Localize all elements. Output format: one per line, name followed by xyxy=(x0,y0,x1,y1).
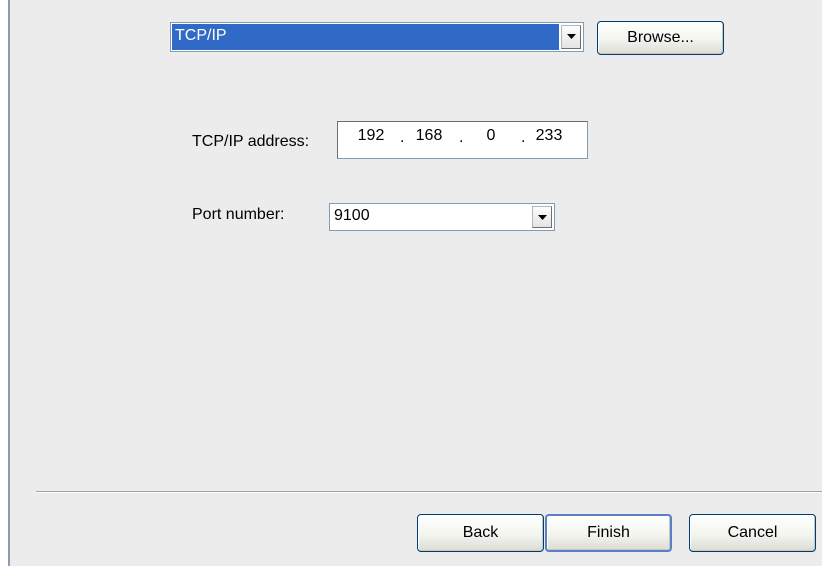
port-number-label: Port number: xyxy=(192,206,285,223)
browse-button-label: Browse... xyxy=(627,29,694,46)
ip-octet-3[interactable]: 0 xyxy=(471,127,511,145)
chevron-down-icon xyxy=(567,34,576,39)
connection-type-value: TCP/IP xyxy=(172,24,559,50)
ip-dot-1: . xyxy=(400,129,405,146)
port-number-dropdown-button[interactable] xyxy=(532,206,552,228)
browse-button[interactable]: Browse... xyxy=(597,21,724,55)
back-button-label: Back xyxy=(462,524,499,541)
ip-dot-2: . xyxy=(459,129,464,146)
ip-octet-4[interactable]: 233 xyxy=(529,127,569,145)
chevron-down-icon xyxy=(538,215,547,220)
ip-octet-1[interactable]: 192 xyxy=(351,127,391,145)
footer-separator xyxy=(36,491,822,493)
dialog-panel: TCP/IP Browse... TCP/IP address: 192 . 1… xyxy=(0,0,822,566)
cancel-button[interactable]: Cancel xyxy=(689,514,816,552)
back-button[interactable]: Back xyxy=(417,514,544,552)
finish-button[interactable]: Finish xyxy=(545,514,672,552)
connection-type-select[interactable]: TCP/IP xyxy=(170,22,584,52)
connection-type-dropdown-button[interactable] xyxy=(561,25,581,49)
cancel-button-label: Cancel xyxy=(727,524,778,541)
tcpip-address-label: TCP/IP address: xyxy=(192,133,310,150)
left-edge-divider xyxy=(8,0,10,566)
port-number-select[interactable]: 9100 xyxy=(329,203,555,231)
port-number-value: 9100 xyxy=(334,207,370,224)
finish-button-label: Finish xyxy=(587,524,630,541)
left-edge xyxy=(0,0,8,566)
tcpip-address-field[interactable]: 192 . 168 . 0 . 233 xyxy=(337,121,588,159)
ip-octet-2[interactable]: 168 xyxy=(409,127,449,145)
ip-dot-3: . xyxy=(521,129,526,146)
